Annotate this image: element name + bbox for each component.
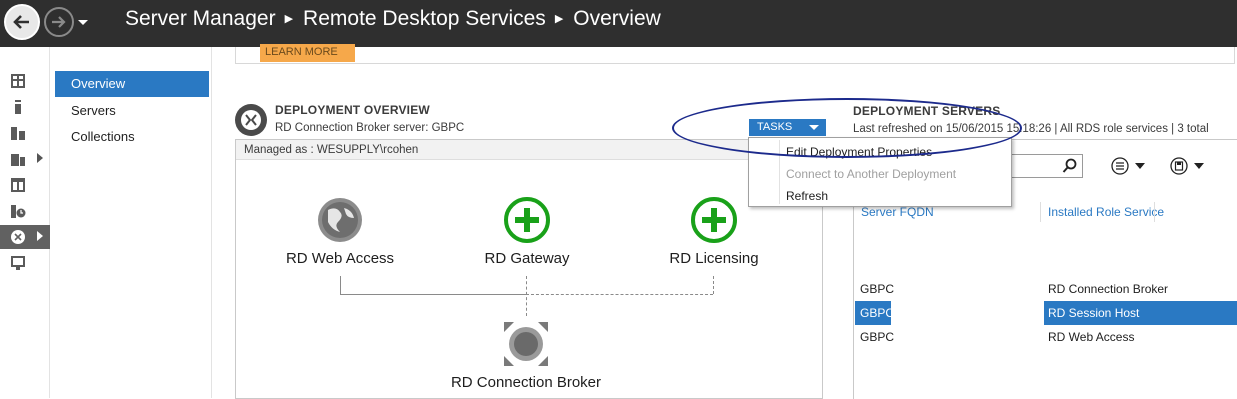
deployment-overview-subtitle: RD Connection Broker server: GBPC — [275, 122, 465, 134]
table-row-selected[interactable]: GBPC RD Session Host — [855, 301, 1237, 325]
main-content: LEARN MORE DEPLOYMENT OVERVIEW RD Connec… — [213, 44, 1237, 399]
breadcrumb: Server Manager ▶ Remote Desktop Services… — [125, 4, 661, 34]
title-bar: Server Manager ▶ Remote Desktop Services… — [0, 0, 1237, 47]
role-label: RD Licensing — [669, 250, 759, 267]
breadcrumb-item-rds[interactable]: Remote Desktop Services — [303, 4, 546, 34]
role-label: RD Gateway — [484, 250, 570, 267]
chevron-down-icon — [1194, 163, 1204, 169]
chevron-down-icon — [78, 20, 88, 25]
tasks-button[interactable]: TASKS — [749, 119, 826, 136]
server-clock-icon — [11, 205, 26, 218]
connection-broker-icon — [504, 322, 548, 366]
rail-item-server-schedule[interactable] — [0, 199, 50, 223]
nav-item-overview[interactable]: Overview — [55, 71, 209, 97]
rail-item-iis[interactable] — [0, 173, 50, 197]
connector-line-dashed — [526, 294, 713, 295]
role-label: RD Connection Broker — [450, 374, 602, 391]
column-separator[interactable] — [1040, 202, 1041, 222]
icon-rail — [0, 47, 50, 398]
cell-installed-role: RD Connection Broker — [1048, 282, 1169, 296]
remote-desktop-deployment-icon — [235, 104, 267, 136]
connector-line — [340, 294, 526, 295]
role-rd-connection-broker[interactable]: RD Connection Broker — [436, 318, 616, 391]
breadcrumb-separator-icon: ▶ — [284, 13, 294, 25]
table-row[interactable]: GBPC RD Web Access — [855, 325, 1237, 349]
chevron-down-icon — [809, 125, 819, 130]
tasks-button-label: TASKS — [757, 121, 793, 133]
nav-item-collections[interactable]: Collections — [55, 124, 209, 150]
deployment-overview-panel: Managed as : WESUPPLY\rcohen RD Web Acce… — [235, 139, 823, 399]
welcome-tile-strip: LEARN MORE — [235, 44, 1235, 64]
deployment-overview-title: DEPLOYMENT OVERVIEW — [275, 103, 430, 117]
cell-installed-role: RD Web Access — [1048, 330, 1135, 344]
globe-icon — [318, 198, 362, 242]
remote-desktop-services-icon — [11, 230, 25, 244]
save-query-button[interactable] — [1170, 156, 1204, 176]
nav-item-servers[interactable]: Servers — [55, 98, 209, 124]
add-role-plus-icon — [504, 197, 550, 243]
chevron-down-icon — [1135, 163, 1145, 169]
dashboard-icon — [11, 74, 25, 88]
menu-item-refresh[interactable]: Refresh — [749, 185, 1011, 207]
breadcrumb-item-server-manager[interactable]: Server Manager — [125, 4, 276, 34]
left-navigation: Overview Servers Collections — [51, 47, 212, 398]
cell-server-fqdn: GBPC — [860, 330, 895, 344]
search-icon[interactable] — [1062, 158, 1078, 174]
iis-icon — [11, 178, 25, 192]
expand-arrow-icon[interactable] — [37, 231, 43, 241]
rail-item-wsus[interactable] — [0, 251, 50, 275]
cell-server-fqdn: GBPC — [860, 306, 895, 320]
cell-server-fqdn: GBPC — [860, 282, 895, 296]
column-separator[interactable] — [1154, 202, 1155, 222]
local-server-icon — [15, 100, 21, 114]
table-row[interactable]: GBPC RD Connection Broker — [855, 277, 1237, 301]
forward-button[interactable] — [44, 7, 74, 37]
rds-arrows-icon — [241, 110, 261, 130]
add-role-plus-icon — [691, 197, 737, 243]
managed-as-label: Managed as : WESUPPLY\rcohen — [236, 140, 822, 160]
rail-item-local-server[interactable] — [0, 95, 50, 119]
menu-item-edit-deployment-properties[interactable]: Edit Deployment Properties — [749, 141, 1011, 163]
role-rd-web-access[interactable]: RD Web Access — [284, 196, 396, 267]
rail-item-remote-desktop-services[interactable] — [0, 225, 50, 249]
history-dropdown-button[interactable] — [76, 12, 90, 32]
tasks-context-menu: Edit Deployment Properties Connect to An… — [748, 137, 1012, 207]
breadcrumb-item-overview[interactable]: Overview — [573, 4, 661, 34]
query-options-button[interactable] — [1111, 156, 1145, 176]
rail-item-dashboard[interactable] — [0, 69, 50, 93]
deployment-servers-subtitle: Last refreshed on 15/06/2015 15:18:26 | … — [853, 123, 1209, 135]
deployment-servers-title: DEPLOYMENT SERVERS — [853, 104, 1001, 118]
forward-arrow-icon — [52, 16, 66, 28]
back-button[interactable] — [4, 4, 40, 40]
cell-installed-role: RD Session Host — [1048, 306, 1140, 320]
column-header-installed-role[interactable]: Installed Role Service — [1048, 205, 1164, 219]
wsus-icon — [11, 256, 25, 270]
breadcrumb-separator-icon: ▶ — [554, 13, 564, 25]
rail-item-file-storage[interactable] — [0, 147, 50, 171]
role-rd-gateway[interactable]: RD Gateway — [474, 196, 580, 267]
connector-line-dashed — [713, 276, 714, 294]
rail-item-all-servers[interactable] — [0, 121, 50, 145]
all-servers-icon — [11, 127, 25, 140]
file-storage-icon — [11, 154, 25, 166]
connector-line-dashed — [526, 276, 527, 316]
expand-arrow-icon[interactable] — [37, 153, 43, 163]
save-icon — [1170, 157, 1188, 175]
menu-item-connect-to-another-deployment: Connect to Another Deployment — [786, 167, 957, 181]
back-arrow-icon — [13, 15, 29, 29]
column-header-server-fqdn[interactable]: Server FQDN — [861, 205, 934, 219]
list-options-icon — [1111, 157, 1129, 175]
learn-more-button[interactable]: LEARN MORE — [260, 44, 355, 62]
role-label: RD Web Access — [285, 250, 395, 267]
connector-line — [340, 276, 341, 294]
